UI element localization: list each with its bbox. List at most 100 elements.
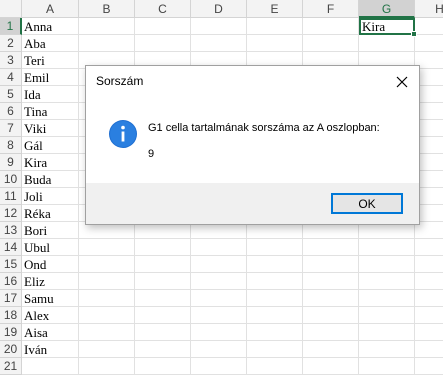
- cell-a17[interactable]: Samu: [22, 290, 79, 307]
- row-header-19[interactable]: 19: [0, 324, 22, 341]
- cell-a7[interactable]: Viki: [22, 120, 79, 137]
- cell-d2[interactable]: [191, 35, 247, 52]
- row-header-1[interactable]: 1: [0, 18, 22, 35]
- cell-e2[interactable]: [247, 35, 303, 52]
- cell-g14[interactable]: [359, 239, 415, 256]
- cell-h18[interactable]: [415, 307, 443, 324]
- cell-b17[interactable]: [79, 290, 135, 307]
- cell-g19[interactable]: [359, 324, 415, 341]
- cell-a6[interactable]: Tina: [22, 103, 79, 120]
- cell-f16[interactable]: [303, 273, 359, 290]
- row-header-11[interactable]: 11: [0, 188, 22, 205]
- cell-c18[interactable]: [135, 307, 191, 324]
- cell-h2[interactable]: [415, 35, 443, 52]
- cell-c14[interactable]: [135, 239, 191, 256]
- cell-a15[interactable]: Ond: [22, 256, 79, 273]
- row-header-13[interactable]: 13: [0, 222, 22, 239]
- cell-h16[interactable]: [415, 273, 443, 290]
- cell-b16[interactable]: [79, 273, 135, 290]
- cell-a9[interactable]: Kira: [22, 154, 79, 171]
- cell-h14[interactable]: [415, 239, 443, 256]
- cell-e16[interactable]: [247, 273, 303, 290]
- cell-d20[interactable]: [191, 341, 247, 358]
- row-header-6[interactable]: 6: [0, 103, 22, 120]
- cell-a21[interactable]: [22, 358, 79, 375]
- cell-e21[interactable]: [247, 358, 303, 375]
- cell-h17[interactable]: [415, 290, 443, 307]
- row-header-7[interactable]: 7: [0, 120, 22, 137]
- cell-a4[interactable]: Emil: [22, 69, 79, 86]
- column-header-h[interactable]: H: [415, 0, 443, 18]
- row-header-10[interactable]: 10: [0, 171, 22, 188]
- row-header-15[interactable]: 15: [0, 256, 22, 273]
- cell-g20[interactable]: [359, 341, 415, 358]
- cell-c17[interactable]: [135, 290, 191, 307]
- cell-g18[interactable]: [359, 307, 415, 324]
- cell-f20[interactable]: [303, 341, 359, 358]
- cell-d16[interactable]: [191, 273, 247, 290]
- active-cell-g1[interactable]: Kira: [359, 18, 415, 35]
- cell-c21[interactable]: [135, 358, 191, 375]
- ok-button[interactable]: OK: [331, 193, 403, 214]
- cell-e14[interactable]: [247, 239, 303, 256]
- cell-b14[interactable]: [79, 239, 135, 256]
- select-all-corner[interactable]: [0, 0, 22, 18]
- cell-a2[interactable]: Aba: [22, 35, 79, 52]
- row-header-21[interactable]: 21: [0, 358, 22, 375]
- cell-g2[interactable]: [359, 35, 415, 52]
- cell-h19[interactable]: [415, 324, 443, 341]
- cell-a5[interactable]: Ida: [22, 86, 79, 103]
- cell-a12[interactable]: Réka: [22, 205, 79, 222]
- column-header-d[interactable]: D: [191, 0, 247, 18]
- column-header-b[interactable]: B: [79, 0, 135, 18]
- row-header-5[interactable]: 5: [0, 86, 22, 103]
- cell-b15[interactable]: [79, 256, 135, 273]
- close-button[interactable]: [391, 71, 413, 93]
- cell-d14[interactable]: [191, 239, 247, 256]
- cell-a19[interactable]: Aisa: [22, 324, 79, 341]
- cell-a8[interactable]: Gál: [22, 137, 79, 154]
- cell-c2[interactable]: [135, 35, 191, 52]
- row-header-4[interactable]: 4: [0, 69, 22, 86]
- cell-d18[interactable]: [191, 307, 247, 324]
- row-header-9[interactable]: 9: [0, 154, 22, 171]
- row-header-12[interactable]: 12: [0, 205, 22, 222]
- row-header-17[interactable]: 17: [0, 290, 22, 307]
- cell-e1[interactable]: [247, 18, 303, 35]
- cell-d19[interactable]: [191, 324, 247, 341]
- cell-e15[interactable]: [247, 256, 303, 273]
- row-header-20[interactable]: 20: [0, 341, 22, 358]
- cell-e20[interactable]: [247, 341, 303, 358]
- cell-f17[interactable]: [303, 290, 359, 307]
- cell-h15[interactable]: [415, 256, 443, 273]
- cell-h20[interactable]: [415, 341, 443, 358]
- cell-c1[interactable]: [135, 18, 191, 35]
- cell-h1[interactable]: [415, 18, 443, 35]
- cell-a1[interactable]: Anna: [22, 18, 79, 35]
- cell-f19[interactable]: [303, 324, 359, 341]
- cell-c16[interactable]: [135, 273, 191, 290]
- cell-e19[interactable]: [247, 324, 303, 341]
- cell-c15[interactable]: [135, 256, 191, 273]
- cell-f1[interactable]: [303, 18, 359, 35]
- column-header-a[interactable]: A: [22, 0, 79, 18]
- cell-d17[interactable]: [191, 290, 247, 307]
- cell-a13[interactable]: Bori: [22, 222, 79, 239]
- column-header-c[interactable]: C: [135, 0, 191, 18]
- cell-a3[interactable]: Teri: [22, 52, 79, 69]
- cell-e18[interactable]: [247, 307, 303, 324]
- cell-b1[interactable]: [79, 18, 135, 35]
- column-header-e[interactable]: E: [247, 0, 303, 18]
- cell-g15[interactable]: [359, 256, 415, 273]
- cell-f21[interactable]: [303, 358, 359, 375]
- cell-a10[interactable]: Buda: [22, 171, 79, 188]
- cell-e17[interactable]: [247, 290, 303, 307]
- cell-b20[interactable]: [79, 341, 135, 358]
- row-header-2[interactable]: 2: [0, 35, 22, 52]
- cell-g16[interactable]: [359, 273, 415, 290]
- row-header-16[interactable]: 16: [0, 273, 22, 290]
- cell-a18[interactable]: Alex: [22, 307, 79, 324]
- cell-a11[interactable]: Joli: [22, 188, 79, 205]
- cell-g21[interactable]: [359, 358, 415, 375]
- cell-a20[interactable]: Iván: [22, 341, 79, 358]
